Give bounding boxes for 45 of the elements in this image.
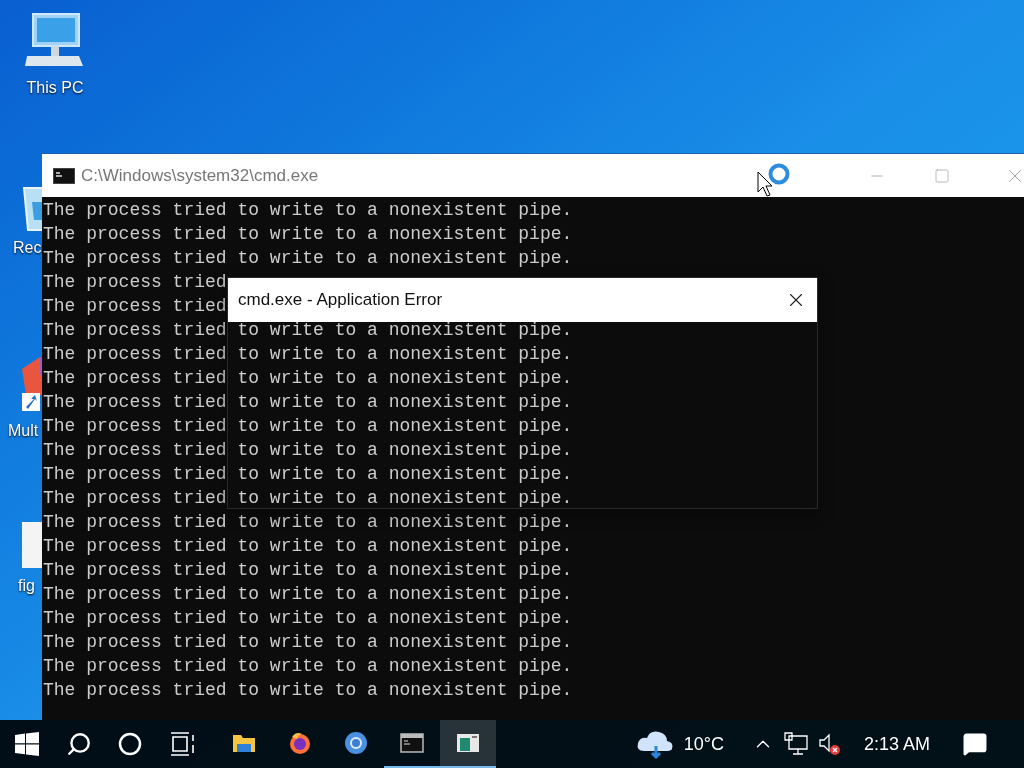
console-line: The process tried to write to a nonexistent pipe. xyxy=(43,415,573,438)
console-line: The process tried to write to a nonexistent pipe. xyxy=(43,511,573,534)
fox-globe-icon xyxy=(288,731,312,755)
console-line: The process tried to write to a nonexistent pipe. xyxy=(43,607,573,630)
console-line: The process tried to write to a nonexistent pipe. xyxy=(43,535,573,558)
network-icon[interactable] xyxy=(781,732,808,756)
task-view-icon[interactable] xyxy=(170,732,196,756)
console-line: The process tried to write to a nonexistent pipe. xyxy=(43,655,573,678)
console-line: The process tried to write to a nonexistent pipe. xyxy=(43,439,573,462)
folder-icon xyxy=(232,732,256,754)
console-icon xyxy=(400,733,424,753)
console-icon xyxy=(53,167,75,184)
console-line: The process tried to write to a nonexistent pipe. xyxy=(43,367,573,390)
console-line: The process tried xyxy=(43,271,227,294)
browser-icon xyxy=(344,731,368,755)
console-line: The process tried to write to a nonexistent pipe. xyxy=(43,559,573,582)
temperature[interactable]: 10°C xyxy=(683,730,724,758)
console-line: The process tried to write to a nonexistent pipe. xyxy=(43,223,573,246)
circle-icon[interactable] xyxy=(118,732,142,756)
muted-speaker-icon[interactable] xyxy=(817,732,842,756)
console-line: The process tried to write to a nonexistent pipe. xyxy=(43,319,573,342)
search-icon[interactable] xyxy=(66,731,92,757)
console-line: The process tried to write to a nonexistent pipe. xyxy=(43,583,573,606)
console-line: The process tried to write to a nonexistent pipe. xyxy=(43,343,573,366)
console-line: The process tried to write to a nonexistent pipe. xyxy=(43,391,573,414)
console-line: The process tried to write to a nonexistent pipe. xyxy=(43,679,573,702)
window-title: C:\Windows\system32\cmd.exe xyxy=(81,164,319,187)
clock[interactable]: 2:13 AM xyxy=(863,730,930,758)
desktop-icon-label[interactable]: This PC xyxy=(26,76,84,100)
desktop-icon-label[interactable]: Rec xyxy=(13,236,42,260)
desktop-icon-label[interactable]: Mult xyxy=(8,419,39,443)
weather-cloud-icon[interactable] xyxy=(635,729,674,759)
taskbar-app[interactable] xyxy=(440,720,496,768)
console-line: The process tried to write to a nonexistent pipe. xyxy=(43,631,573,654)
console-line: The process tried to write to a nonexistent pipe. xyxy=(43,463,573,486)
busy-icon xyxy=(767,162,791,186)
console-line: The process tried to write to a nonexistent pipe. xyxy=(43,487,573,510)
console-line: The process tried xyxy=(43,295,227,318)
desktop-icon-label[interactable]: fig xyxy=(18,574,35,598)
console-line: The process tried to write to a nonexistent pipe. xyxy=(43,247,573,270)
windows-logo-icon[interactable] xyxy=(15,732,39,756)
dialog-title: cmd.exe - Application Error xyxy=(238,289,443,312)
console-line: The process tried to write to a nonexistent pipe. xyxy=(43,199,573,222)
window-icon xyxy=(456,733,480,753)
notifications-icon[interactable] xyxy=(962,731,988,757)
